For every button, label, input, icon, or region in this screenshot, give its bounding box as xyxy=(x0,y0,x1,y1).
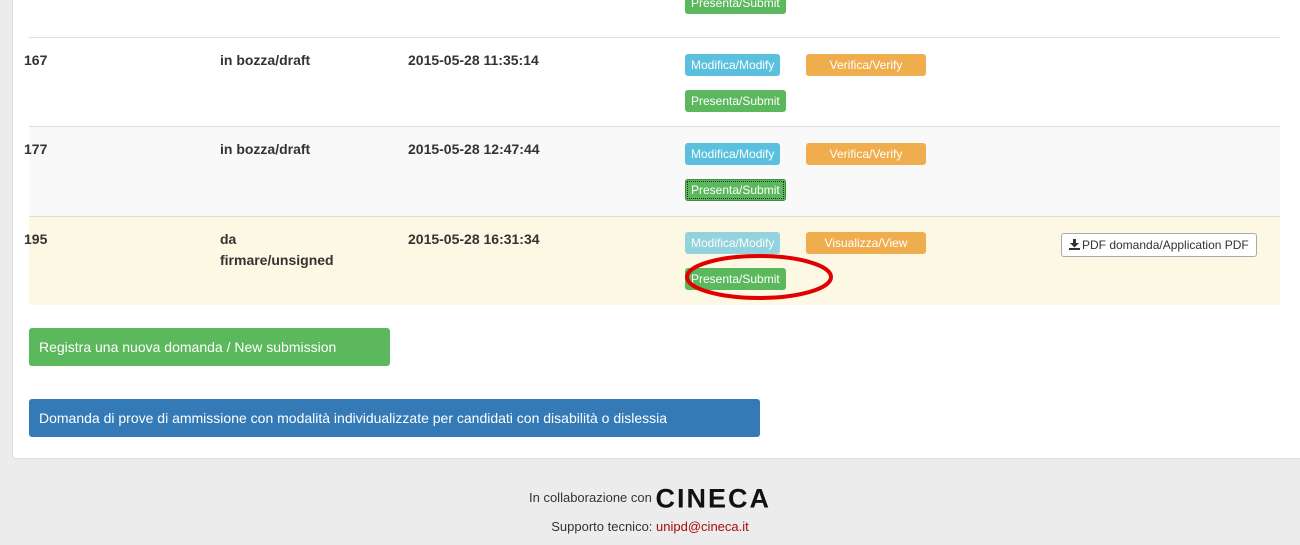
row-status: in bozza/draft xyxy=(220,141,311,157)
modify-button-disabled[interactable]: Modifica/Modify xyxy=(685,232,781,254)
footer: In collaborazione con CINECA Supporto te… xyxy=(0,478,1300,534)
row-date: 2015-05-28 16:31:34 xyxy=(408,231,540,247)
row-status-line1: da xyxy=(220,231,237,247)
row-date: 2015-05-28 11:35:14 xyxy=(408,52,539,68)
support-label: Supporto tecnico: xyxy=(551,518,653,534)
modify-button[interactable]: Modifica/Modify xyxy=(685,143,781,165)
view-button[interactable]: Visualizza/View xyxy=(806,232,926,254)
new-submission-button[interactable]: Registra una nuova domanda / New submiss… xyxy=(29,328,390,366)
pdf-button-label: PDF domanda/Application PDF xyxy=(1082,238,1249,252)
verify-button[interactable]: Verifica/Verify xyxy=(806,54,926,76)
submit-button[interactable]: Presenta/Submit xyxy=(685,90,786,112)
cineca-logo: CINECA xyxy=(655,483,771,514)
row-status: in bozza/draft xyxy=(220,52,311,68)
table-row: 177 in bozza/draft 2015-05-28 12:47:44 xyxy=(24,126,1280,216)
row-id: 167 xyxy=(24,52,48,68)
modify-button[interactable]: Modifica/Modify xyxy=(685,54,781,76)
collab-text: In collaborazione con xyxy=(529,490,652,505)
annotation-ellipse xyxy=(685,254,833,300)
submit-button[interactable]: Presenta/Submit xyxy=(685,179,786,201)
support-email-link[interactable]: unipd@cineca.it xyxy=(656,519,749,534)
row-id: 195 xyxy=(24,231,48,247)
pdf-download-button[interactable]: PDF domanda/Application PDF xyxy=(1061,233,1257,257)
table-row: 195 da firmare/unsigned 2015-05-28 16:31… xyxy=(24,216,1280,305)
download-icon xyxy=(1069,239,1080,250)
submit-button-partial[interactable]: Presenta/Submit xyxy=(685,0,786,14)
row-date: 2015-05-28 12:47:44 xyxy=(408,141,540,157)
table-row: 167 in bozza/draft 2015-05-28 11:35:14 xyxy=(24,37,1280,126)
row-id: 177 xyxy=(24,141,48,157)
disability-request-button[interactable]: Domanda di prove di ammissione con modal… xyxy=(29,399,760,437)
collaboration-line: In collaborazione con CINECA xyxy=(0,478,1300,519)
row-status-line2: firmare/unsigned xyxy=(220,252,334,268)
verify-button[interactable]: Verifica/Verify xyxy=(806,143,926,165)
support-line: Supporto tecnico: unipd@cineca.it xyxy=(0,519,1300,534)
